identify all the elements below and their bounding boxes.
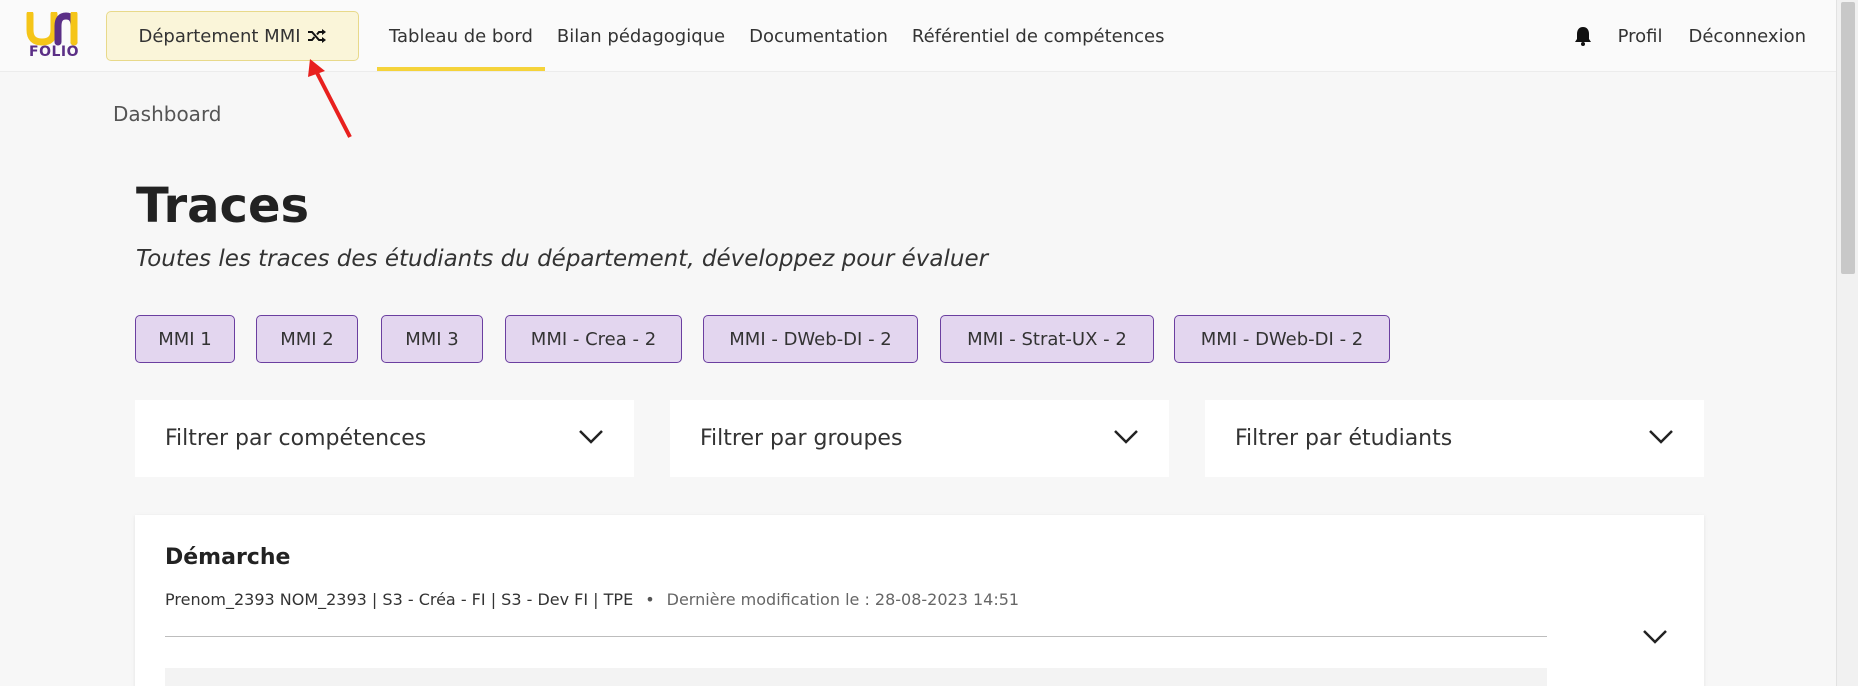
trace-author: Prenom_2393 NOM_2393 | S3 - Créa - FI | … — [165, 590, 634, 609]
group-chip-mmi-1[interactable]: MMI 1 — [135, 315, 235, 363]
trace-meta: Prenom_2393 NOM_2393 | S3 - Créa - FI | … — [165, 590, 1019, 609]
group-chip-mmi-dweb-di-2-b[interactable]: MMI - DWeb-DI - 2 — [1174, 315, 1390, 363]
bell-icon[interactable] — [1574, 26, 1592, 46]
shuffle-icon — [307, 28, 327, 44]
nav-documentation[interactable]: Documentation — [737, 0, 900, 72]
trace-card: Démarche Prenom_2393 NOM_2393 | S3 - Cré… — [135, 515, 1704, 686]
department-switch-button[interactable]: Département MMI — [106, 11, 359, 61]
page-subtitle: Toutes les traces des étudiants du dépar… — [136, 246, 989, 272]
trace-modified-date: Dernière modification le : 28-08-2023 14… — [666, 590, 1020, 609]
logo-wordmark: FOLIO — [29, 44, 79, 60]
group-chip-mmi-dweb-di-2[interactable]: MMI - DWeb-DI - 2 — [703, 315, 918, 363]
expand-chevron-down-icon[interactable] — [1642, 629, 1668, 649]
group-chip-mmi-3[interactable]: MMI 3 — [381, 315, 483, 363]
chevron-down-icon — [1113, 426, 1139, 451]
trace-content-preview — [165, 668, 1547, 686]
top-navigation-bar: FOLIO Département MMI Tableau de bord Bi… — [0, 0, 1836, 72]
logout-link[interactable]: Déconnexion — [1689, 26, 1807, 47]
nav-bilan-pedagogique[interactable]: Bilan pédagogique — [545, 0, 737, 72]
profile-link[interactable]: Profil — [1618, 26, 1663, 47]
chevron-down-icon — [578, 426, 604, 451]
page-title: Traces — [136, 178, 310, 234]
page-scrollbar[interactable] — [1836, 0, 1858, 686]
nav-tableau-de-bord[interactable]: Tableau de bord — [377, 0, 545, 72]
breadcrumb[interactable]: Dashboard — [113, 102, 222, 126]
filter-etudiants-label: Filtrer par étudiants — [1235, 426, 1453, 451]
card-divider — [165, 636, 1547, 637]
chevron-down-icon — [1648, 426, 1674, 451]
filter-etudiants-dropdown[interactable]: Filtrer par étudiants — [1205, 400, 1704, 477]
trace-title: Démarche — [165, 545, 291, 570]
department-label: Département MMI — [138, 25, 301, 47]
annotation-arrow — [308, 59, 352, 138]
scrollbar-thumb[interactable] — [1841, 2, 1855, 274]
group-chip-mmi-2[interactable]: MMI 2 — [256, 315, 358, 363]
filter-groupes-dropdown[interactable]: Filtrer par groupes — [670, 400, 1169, 477]
filter-groupes-label: Filtrer par groupes — [700, 426, 903, 451]
user-menu: Profil Déconnexion — [1574, 0, 1806, 72]
nav-referentiel-competences[interactable]: Référentiel de compétences — [900, 0, 1177, 72]
group-chip-mmi-strat-ux-2[interactable]: MMI - Strat-UX - 2 — [940, 315, 1154, 363]
main-nav: Tableau de bord Bilan pédagogique Docume… — [377, 0, 1177, 72]
group-chip-mmi-crea-2[interactable]: MMI - Crea - 2 — [505, 315, 682, 363]
unifolio-logo[interactable]: FOLIO — [26, 12, 82, 62]
filter-competences-dropdown[interactable]: Filtrer par compétences — [135, 400, 634, 477]
meta-separator: • — [645, 590, 655, 609]
filter-competences-label: Filtrer par compétences — [165, 426, 427, 451]
